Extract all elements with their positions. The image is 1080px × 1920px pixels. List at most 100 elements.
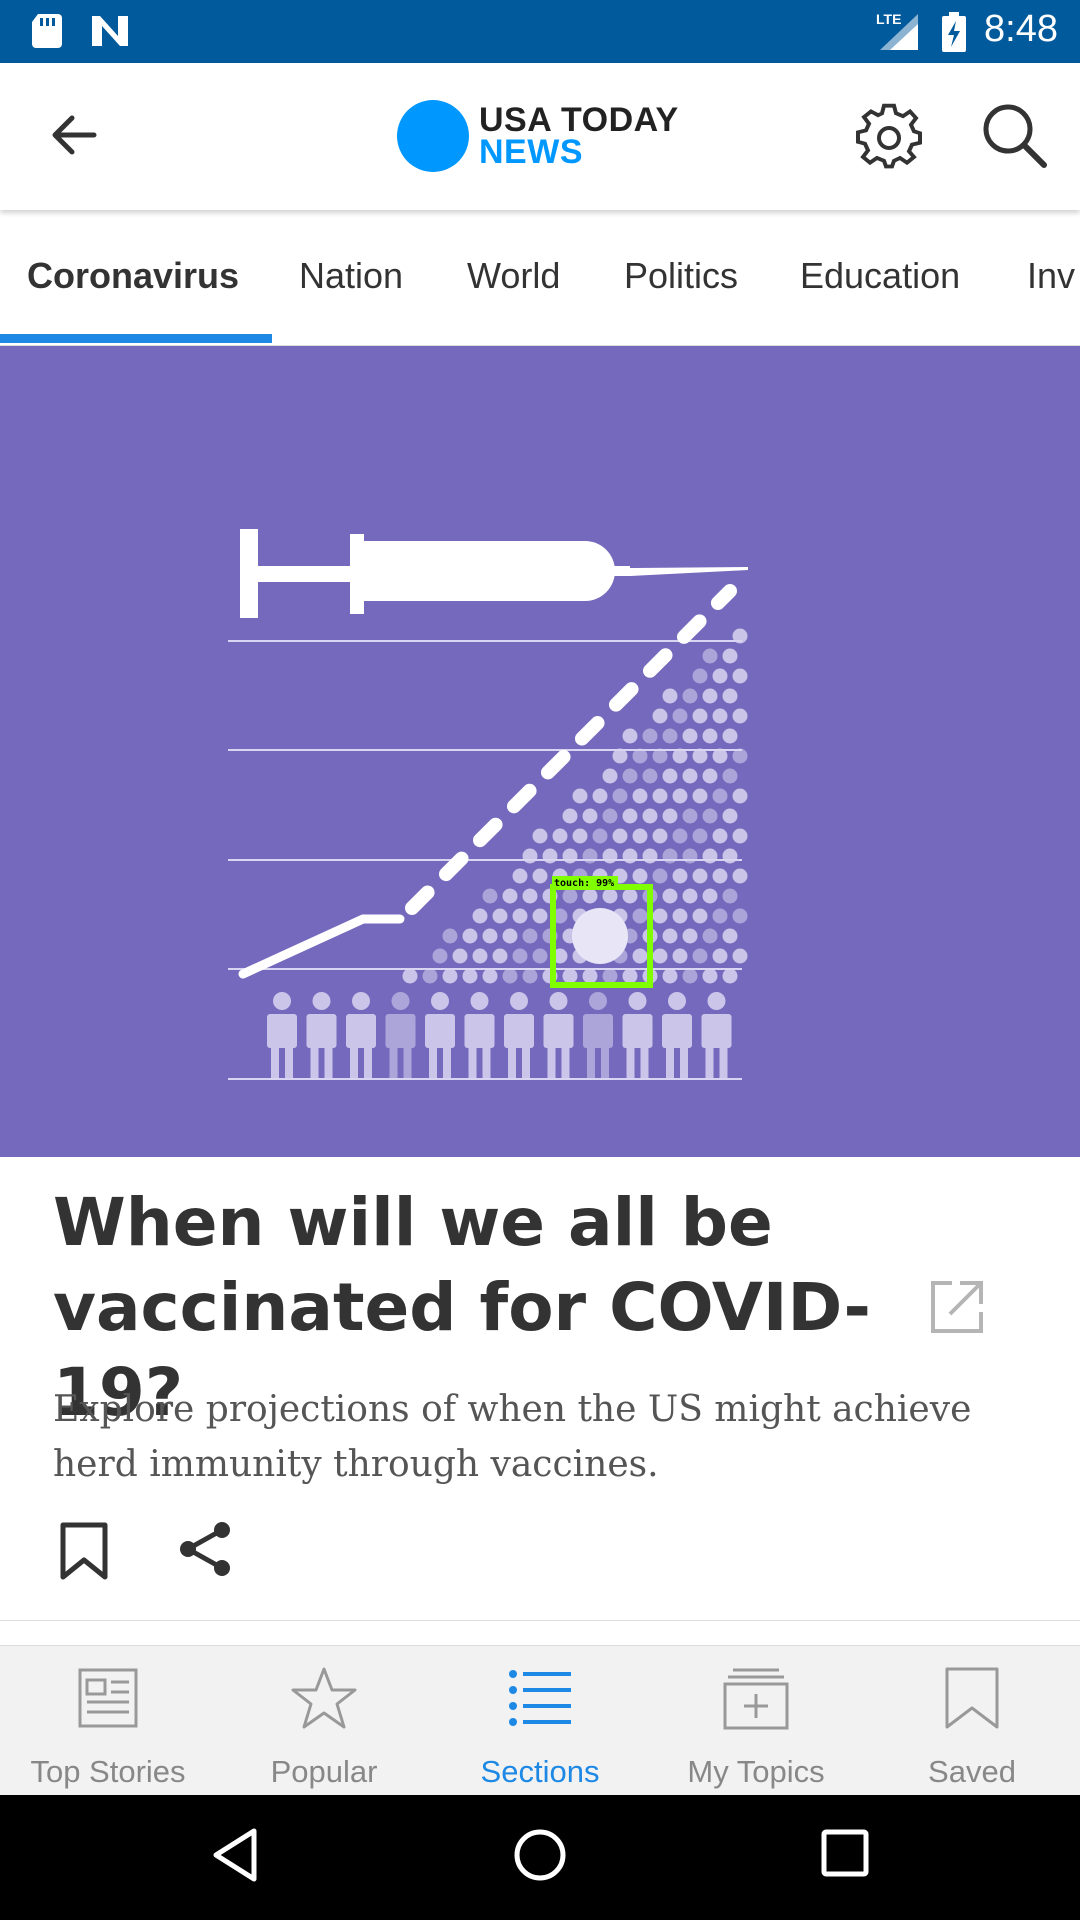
- tab-coronavirus[interactable]: Coronavirus: [27, 255, 239, 297]
- person-icon: [701, 992, 732, 1078]
- population-dot: [672, 828, 688, 844]
- population-dot: [532, 908, 548, 924]
- population-dot: [682, 888, 698, 904]
- bottom-navigation: Top Stories Popular Sections My Topics S…: [0, 1645, 1080, 1796]
- population-dot: [612, 788, 628, 804]
- population-dot: [682, 928, 698, 944]
- population-dot: [702, 888, 718, 904]
- nav-label: Popular: [270, 1754, 378, 1789]
- population-dot: [732, 628, 748, 644]
- population-dot: [712, 748, 728, 764]
- population-dot: [692, 748, 708, 764]
- population-dot: [432, 948, 448, 964]
- population-dot: [722, 968, 738, 984]
- nav-popular[interactable]: Popular: [216, 1646, 432, 1796]
- population-dot: [712, 668, 728, 684]
- population-dot: [672, 948, 688, 964]
- population-dot: [622, 768, 638, 784]
- population-dot: [602, 768, 618, 784]
- back-triangle-icon[interactable]: [210, 1827, 260, 1883]
- population-dot: [732, 708, 748, 724]
- population-dot: [642, 768, 658, 784]
- article-summary[interactable]: Explore projections of when the US might…: [53, 1382, 1013, 1492]
- population-dot: [712, 708, 728, 724]
- population-dot: [492, 908, 508, 924]
- population-dot: [622, 848, 638, 864]
- section-tabs: Coronavirus Nation World Politics Educat…: [0, 210, 1080, 346]
- person-icon: [504, 992, 534, 1078]
- population-dot: [662, 928, 678, 944]
- population-dot: [712, 868, 728, 884]
- gear-icon[interactable]: [854, 103, 924, 173]
- population-dot: [622, 888, 638, 904]
- nav-top-stories[interactable]: Top Stories: [0, 1646, 216, 1796]
- population-dot: [522, 848, 538, 864]
- population-dot: [622, 808, 638, 824]
- back-arrow-icon[interactable]: [44, 105, 104, 165]
- population-dot: [582, 968, 598, 984]
- population-dot: [722, 648, 738, 664]
- bookmark-icon[interactable]: [58, 1522, 110, 1580]
- population-dot: [462, 968, 478, 984]
- population-dot: [662, 808, 678, 824]
- nav-sections[interactable]: Sections: [432, 1646, 648, 1796]
- person-icon: [306, 992, 337, 1078]
- active-tab-indicator: [0, 334, 272, 343]
- hero-image[interactable]: touch: 99%: [0, 346, 1080, 1157]
- person-icon: [346, 992, 376, 1078]
- population-dot: [722, 808, 738, 824]
- population-dot: [662, 768, 678, 784]
- population-dot: [582, 848, 598, 864]
- star-icon: [291, 1667, 357, 1729]
- bookmark-icon: [945, 1667, 999, 1729]
- trend-line: [238, 914, 405, 979]
- vaccine-illustration: touch: 99%: [228, 529, 748, 1080]
- population-dot: [652, 788, 668, 804]
- person-icon: [662, 992, 692, 1078]
- population-dot: [502, 968, 518, 984]
- population-dot: [732, 668, 748, 684]
- external-link-icon[interactable]: [930, 1280, 984, 1334]
- touch-detection-label: touch: 99%: [554, 878, 614, 889]
- population-dot: [702, 768, 718, 784]
- population-dot: [652, 748, 668, 764]
- share-icon[interactable]: [178, 1520, 232, 1578]
- home-circle-icon[interactable]: [512, 1827, 568, 1883]
- nav-saved[interactable]: Saved: [864, 1646, 1080, 1796]
- population-dot: [722, 888, 738, 904]
- recents-square-icon[interactable]: [820, 1828, 870, 1878]
- population-dot: [442, 928, 458, 944]
- population-dot: [682, 728, 698, 744]
- divider: [0, 1620, 1080, 1621]
- search-icon[interactable]: [980, 101, 1050, 171]
- list-icon: [509, 1670, 571, 1726]
- person-icon: [622, 992, 653, 1078]
- population-dot: [652, 708, 668, 724]
- population-dot: [582, 808, 598, 824]
- population-dot: [732, 908, 748, 924]
- population-dot: [652, 828, 668, 844]
- tab-nation[interactable]: Nation: [299, 255, 403, 297]
- population-dot: [712, 788, 728, 804]
- population-dot: [522, 888, 538, 904]
- population-dot: [552, 828, 568, 844]
- population-dot: [662, 888, 678, 904]
- system-navigation-bar: [0, 1795, 1080, 1920]
- tab-politics[interactable]: Politics: [624, 255, 738, 297]
- nav-my-topics[interactable]: My Topics: [648, 1646, 864, 1796]
- tab-world[interactable]: World: [467, 255, 560, 297]
- population-dot: [512, 868, 528, 884]
- population-dot: [502, 888, 518, 904]
- person-icon: [583, 992, 613, 1078]
- population-dot: [512, 948, 528, 964]
- population-dot: [692, 908, 708, 924]
- population-dot: [702, 808, 718, 824]
- population-dot: [482, 888, 498, 904]
- population-dot: [732, 828, 748, 844]
- population-dot: [522, 968, 538, 984]
- nav-label: Sections: [480, 1754, 600, 1789]
- tab-investigations[interactable]: Inv: [1027, 255, 1075, 297]
- population-dot: [662, 688, 678, 704]
- population-dot: [672, 908, 688, 924]
- tab-education[interactable]: Education: [800, 255, 960, 297]
